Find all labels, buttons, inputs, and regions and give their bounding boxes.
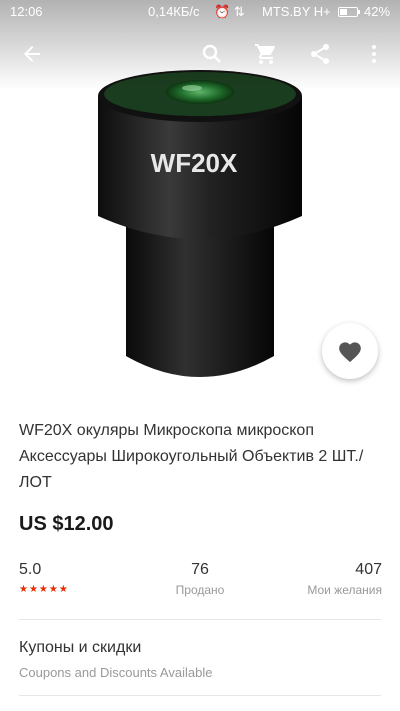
status-carrier: MTS.BY H+	[262, 4, 331, 19]
star-rating-icon: ★★★★★	[19, 584, 69, 595]
coupons-subtitle: Coupons and Discounts Available	[19, 665, 213, 680]
add-to-wishlist-button[interactable]	[322, 323, 378, 379]
search-button[interactable]	[196, 38, 228, 70]
share-button[interactable]	[304, 38, 336, 70]
divider	[19, 695, 381, 696]
more-options-button[interactable]	[358, 38, 390, 70]
coupons-row[interactable]: Купоны и скидки Coupons and Discounts Av…	[19, 639, 212, 680]
wishlist-block: 407 Мои желания	[307, 561, 382, 597]
toolbar	[0, 30, 400, 78]
product-image-area[interactable]: WF20X 12:06 0,14КБ/с ⏰ ⇅ MTS.BY H+ 42%	[0, 0, 400, 393]
search-icon	[202, 44, 221, 63]
rating-block[interactable]: 5.0 ★★★★★	[19, 561, 69, 595]
product-image: WF20X	[98, 70, 302, 377]
rating-value: 5.0	[19, 561, 42, 578]
back-arrow-icon	[24, 46, 40, 62]
sold-count: 76	[191, 561, 209, 578]
status-time: 12:06	[10, 4, 43, 19]
alarm-icon: ⏰ ⇅	[214, 4, 245, 19]
product-title: WF20X окуляры Микроскопа микроскоп Аксес…	[19, 422, 364, 491]
more-vertical-icon	[372, 45, 376, 63]
sold-block: 76 Продано	[160, 561, 240, 597]
cart-button[interactable]	[250, 38, 282, 70]
wishlist-count: 407	[355, 561, 382, 578]
product-info: WF20X окуляры Микроскопа микроскоп Аксес…	[0, 393, 400, 711]
wishlist-label: Мои желания	[307, 583, 382, 597]
product-image-label: WF20X	[151, 148, 238, 178]
divider	[19, 619, 381, 620]
status-battery: 42%	[364, 4, 391, 19]
share-icon	[311, 44, 329, 64]
back-button[interactable]	[16, 38, 48, 70]
sold-label: Продано	[175, 583, 225, 597]
battery-icon	[338, 7, 360, 17]
heart-icon	[339, 342, 361, 363]
status-bar: 12:06 0,14КБ/с ⏰ ⇅ MTS.BY H+ 42%	[0, 0, 400, 24]
status-network-speed: 0,14КБ/с	[148, 4, 200, 19]
shopping-cart-icon	[255, 44, 275, 64]
coupons-title: Купоны и скидки	[19, 639, 142, 656]
product-price: US $12.00	[19, 513, 114, 535]
